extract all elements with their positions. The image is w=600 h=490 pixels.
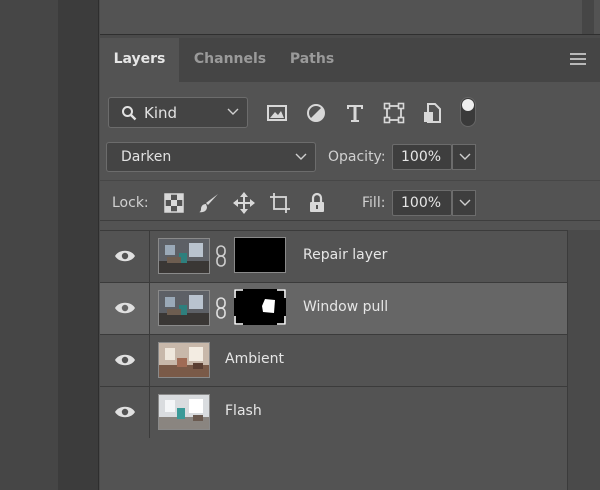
layer-thumbnail[interactable]	[158, 290, 210, 326]
left-toolbar-strip	[0, 0, 59, 490]
layer-name[interactable]: Window pull	[303, 299, 388, 315]
layer-thumbnail[interactable]	[158, 342, 210, 378]
layer-row-ambient[interactable]: Ambient	[100, 334, 567, 386]
lock-artboard-icon[interactable]	[268, 191, 292, 215]
lock-all-icon[interactable]	[305, 191, 329, 215]
lock-label: Lock:	[112, 195, 149, 211]
chevron-down-icon	[459, 153, 471, 160]
type-filter-icon[interactable]	[343, 101, 367, 125]
warm-room-photo-thumbnail	[159, 343, 209, 377]
upper-panel	[100, 0, 600, 35]
eye-icon	[115, 250, 135, 262]
image-filter-icon[interactable]	[265, 101, 289, 125]
adjustment-filter-icon[interactable]	[304, 101, 328, 125]
visibility-toggle[interactable]	[100, 231, 150, 282]
layer-name[interactable]: Repair layer	[303, 247, 387, 263]
filter-kind-label: Kind	[144, 104, 178, 122]
layer-name[interactable]: Ambient	[225, 351, 284, 367]
layer-name[interactable]: Flash	[225, 403, 262, 419]
divider	[100, 220, 600, 221]
mask-selection-corners	[234, 289, 286, 325]
eye-icon	[115, 302, 135, 314]
tab-layers[interactable]: Layers	[100, 38, 179, 82]
fill-dropdown-button[interactable]	[452, 190, 476, 216]
tab-paths[interactable]: Paths	[278, 38, 346, 82]
filter-kind-dropdown[interactable]: Kind	[108, 97, 248, 128]
layer-mask-thumbnail[interactable]	[234, 237, 286, 273]
opacity-dropdown-button[interactable]	[452, 144, 476, 170]
search-icon	[122, 106, 137, 121]
chevron-down-icon	[295, 153, 307, 160]
layer-row-flash[interactable]: Flash	[100, 386, 567, 438]
visibility-toggle[interactable]	[100, 283, 150, 334]
panel-dock-strip	[58, 0, 99, 490]
layer-row-window-pull[interactable]: Window pull	[100, 282, 567, 334]
visibility-toggle[interactable]	[100, 387, 150, 438]
mask-link-icon[interactable]	[215, 245, 227, 267]
divider	[100, 180, 600, 181]
blend-mode-dropdown[interactable]: Darken	[106, 142, 316, 172]
panel-tab-bar: Layers Channels Paths	[100, 38, 600, 82]
layer-thumbnail[interactable]	[158, 238, 210, 274]
mask-link-icon[interactable]	[215, 297, 227, 319]
panel-menu-icon[interactable]	[570, 53, 586, 66]
filter-toggle-knob	[462, 99, 474, 111]
eye-icon	[115, 354, 135, 366]
opacity-label: Opacity:	[328, 149, 386, 165]
layers-scrollbar[interactable]	[567, 230, 600, 490]
shape-filter-icon[interactable]	[382, 101, 406, 125]
visibility-toggle[interactable]	[100, 335, 150, 386]
lock-transparent-icon[interactable]	[162, 191, 186, 215]
opacity-input[interactable]: 100%	[392, 144, 452, 170]
smart-object-filter-icon[interactable]	[421, 101, 445, 125]
chevron-down-icon	[227, 108, 239, 115]
lock-position-icon[interactable]	[232, 191, 256, 215]
blend-mode-value: Darken	[121, 149, 172, 165]
lock-image-icon[interactable]	[197, 191, 221, 215]
layer-mask-thumbnail[interactable]	[234, 289, 286, 325]
chevron-down-icon	[459, 199, 471, 206]
room-photo-thumbnail	[159, 239, 209, 273]
fill-input[interactable]: 100%	[392, 190, 452, 216]
layers-panel: Layers Channels Paths Kind Darken Opacit…	[100, 38, 600, 490]
tab-channels[interactable]: Channels	[182, 38, 278, 82]
layers-empty-area	[100, 438, 567, 490]
eye-icon	[115, 406, 135, 418]
upper-panel-scrollbar[interactable]	[582, 0, 594, 34]
filter-toggle[interactable]	[460, 97, 476, 127]
layer-row-repair-layer[interactable]: Repair layer	[100, 230, 567, 282]
room-photo-thumbnail	[159, 291, 209, 325]
bright-room-photo-thumbnail	[159, 395, 209, 429]
fill-label: Fill:	[362, 195, 386, 211]
layer-thumbnail[interactable]	[158, 394, 210, 430]
